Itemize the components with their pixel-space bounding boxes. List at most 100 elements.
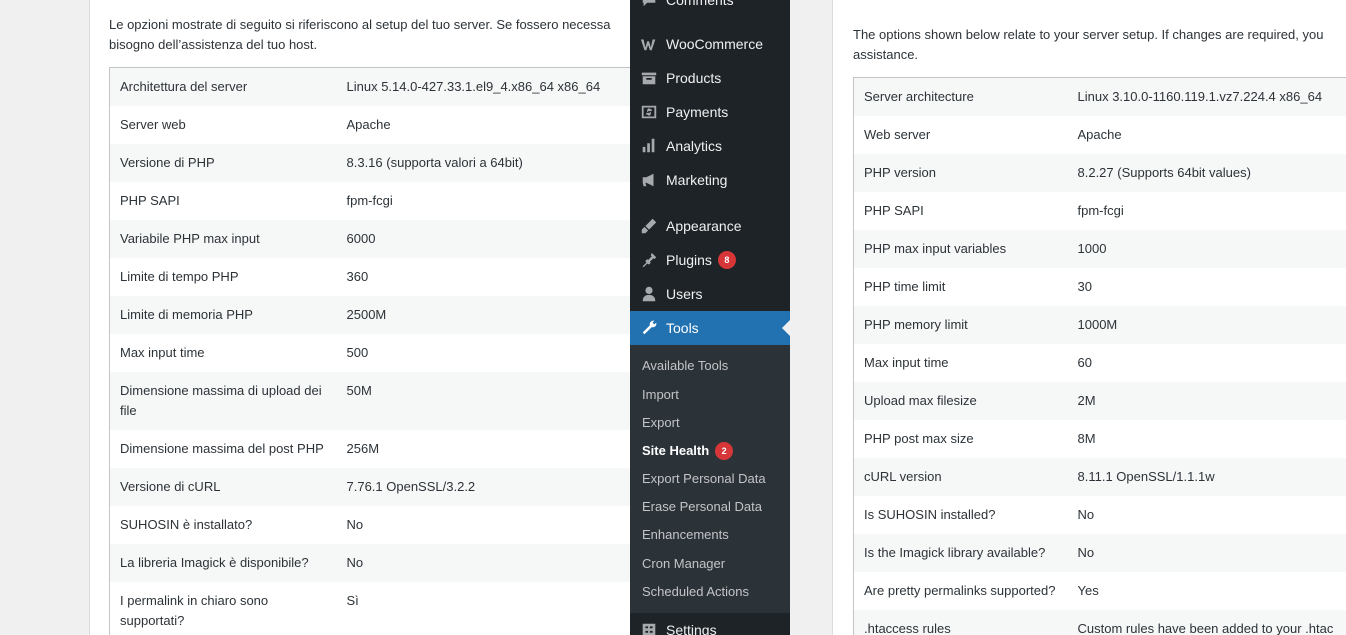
submenu-item-erase-personal-data[interactable]: Erase Personal Data bbox=[642, 497, 762, 517]
row-value: 500 bbox=[336, 334, 630, 372]
table-row: I permalink in chiaro sono supportati? Sì bbox=[109, 582, 630, 635]
row-value: 2M bbox=[1067, 382, 1346, 420]
submenu-item-site-health[interactable]: Site Health 2 bbox=[642, 441, 734, 461]
row-label: cURL version bbox=[853, 458, 1068, 496]
menu-item-label: Comments bbox=[666, 0, 734, 8]
payments-icon bbox=[639, 102, 659, 122]
table-row: PHP post max size 8M bbox=[853, 420, 1346, 458]
row-label: PHP SAPI bbox=[853, 192, 1068, 230]
table-row: Is the Imagick library available? No bbox=[853, 534, 1346, 572]
menu-item-comments[interactable]: Comments bbox=[630, 0, 790, 17]
row-value: No bbox=[336, 506, 630, 544]
row-label: Max input time bbox=[109, 334, 337, 372]
row-label: Is the Imagick library available? bbox=[853, 534, 1068, 572]
row-value: 2500M bbox=[336, 296, 630, 334]
menu-item-products[interactable]: Products bbox=[630, 61, 790, 95]
table-row: Max input time 500 bbox=[109, 334, 630, 372]
row-label: Variabile PHP max input bbox=[109, 220, 337, 258]
row-label: PHP memory limit bbox=[853, 306, 1068, 344]
submenu-item-available-tools[interactable]: Available Tools bbox=[642, 356, 728, 376]
table-row: Server architecture Linux 3.10.0-1160.119… bbox=[853, 77, 1346, 116]
table-row: PHP max input variables 1000 bbox=[853, 230, 1346, 268]
row-value: Apache bbox=[1067, 116, 1346, 154]
submenu-item-label: Scheduled Actions bbox=[642, 584, 749, 599]
intro-line: The options shown below relate to your s… bbox=[853, 27, 1324, 42]
plugins-update-count-badge: 8 bbox=[717, 251, 736, 269]
table-row: PHP SAPI fpm-fcgi bbox=[853, 192, 1346, 230]
row-value: 8.11.1 OpenSSL/1.1.1w bbox=[1067, 458, 1346, 496]
row-label: Are pretty permalinks supported? bbox=[853, 572, 1068, 610]
row-label: La libreria Imagick è disponibile? bbox=[109, 544, 337, 582]
menu-item-tools[interactable]: Tools bbox=[630, 311, 790, 345]
table-row: Limite di tempo PHP 360 bbox=[109, 258, 630, 296]
menu-item-marketing[interactable]: Marketing bbox=[630, 163, 790, 197]
table-row: Versione di PHP 8.3.16 (supporta valori a… bbox=[109, 144, 630, 182]
intro-line: Le opzioni mostrate di seguito si riferi… bbox=[109, 17, 611, 32]
products-icon bbox=[639, 68, 659, 88]
row-label: Limite di memoria PHP bbox=[109, 296, 337, 334]
site-health-info-panel-english: The options shown below relate to your s… bbox=[832, 0, 1346, 635]
submenu-item-cron-manager[interactable]: Cron Manager bbox=[642, 554, 725, 574]
menu-item-woocommerce[interactable]: WooCommerce bbox=[630, 27, 790, 61]
row-value: 60 bbox=[1067, 344, 1346, 382]
table-row: Variabile PHP max input 6000 bbox=[109, 220, 630, 258]
submenu-item-export[interactable]: Export bbox=[642, 413, 680, 433]
row-label: .htaccess rules bbox=[853, 610, 1068, 635]
table-row: SUHOSIN è installato? No bbox=[109, 506, 630, 544]
row-value: 8.2.27 (Supports 64bit values) bbox=[1067, 154, 1346, 192]
submenu-item-export-personal-data[interactable]: Export Personal Data bbox=[642, 469, 766, 489]
row-value: 360 bbox=[336, 258, 630, 296]
menu-item-users[interactable]: Users bbox=[630, 277, 790, 311]
row-value: 256M bbox=[336, 430, 630, 468]
submenu-item-scheduled-actions[interactable]: Scheduled Actions bbox=[642, 582, 749, 602]
submenu-item-import[interactable]: Import bbox=[642, 385, 679, 405]
row-label: Architettura del server bbox=[109, 67, 337, 106]
row-value: No bbox=[1067, 534, 1346, 572]
row-value: 8M bbox=[1067, 420, 1346, 458]
row-value: fpm-fcgi bbox=[1067, 192, 1346, 230]
site-health-info-panel-italian: Le opzioni mostrate di seguito si riferi… bbox=[89, 0, 630, 635]
menu-item-appearance[interactable]: Appearance bbox=[630, 209, 790, 243]
tools-submenu: Available Tools Import Export Site Healt… bbox=[630, 345, 790, 613]
server-info-table: Server architecture Linux 3.10.0-1160.119… bbox=[853, 77, 1346, 635]
menu-item-payments[interactable]: Payments bbox=[630, 95, 790, 129]
row-label: Max input time bbox=[853, 344, 1068, 382]
table-row: PHP time limit 30 bbox=[853, 268, 1346, 306]
row-value: No bbox=[1067, 496, 1346, 534]
table-row: PHP memory limit 1000M bbox=[853, 306, 1346, 344]
submenu-item-label: Site Health bbox=[642, 443, 710, 458]
table-row: Max input time 60 bbox=[853, 344, 1346, 382]
marketing-icon bbox=[639, 170, 659, 190]
menu-item-label: Analytics bbox=[666, 138, 723, 154]
row-value: 30 bbox=[1067, 268, 1346, 306]
row-value: Linux 5.14.0-427.33.1.el9_4.x86_64 x86_6… bbox=[336, 67, 630, 106]
row-value: No bbox=[336, 544, 630, 582]
site-health-issue-count-badge: 2 bbox=[715, 442, 734, 460]
submenu-item-label: Import bbox=[642, 387, 679, 402]
server-intro-text: Le opzioni mostrate di seguito si riferi… bbox=[109, 15, 630, 55]
row-value: 8.3.16 (supporta valori a 64bit) bbox=[336, 144, 630, 182]
row-label: Versione di cURL bbox=[109, 468, 337, 506]
row-value: fpm-fcgi bbox=[336, 182, 630, 220]
submenu-item-label: Enhancements bbox=[642, 527, 729, 542]
row-label: SUHOSIN è installato? bbox=[109, 506, 337, 544]
menu-item-label: Users bbox=[666, 286, 703, 302]
row-value: Custom rules have been added to your .ht… bbox=[1067, 610, 1346, 635]
table-row: .htaccess rules Custom rules have been ad… bbox=[853, 610, 1346, 635]
menu-item-label: Appearance bbox=[666, 218, 742, 234]
row-value: Apache bbox=[336, 106, 630, 144]
row-label: Versione di PHP bbox=[109, 144, 337, 182]
menu-item-plugins[interactable]: Plugins 8 bbox=[630, 243, 790, 277]
table-row: cURL version 8.11.1 OpenSSL/1.1.1w bbox=[853, 458, 1346, 496]
row-label: Web server bbox=[853, 116, 1068, 154]
submenu-item-enhancements[interactable]: Enhancements bbox=[642, 525, 729, 545]
table-row: Versione di cURL 7.76.1 OpenSSL/3.2.2 bbox=[109, 468, 630, 506]
row-label: Upload max filesize bbox=[853, 382, 1068, 420]
table-row: Are pretty permalinks supported? Yes bbox=[853, 572, 1346, 610]
menu-item-settings[interactable]: Settings bbox=[630, 613, 790, 635]
menu-item-analytics[interactable]: Analytics bbox=[630, 129, 790, 163]
table-row: Dimensione massima del post PHP 256M bbox=[109, 430, 630, 468]
table-row: Is SUHOSIN installed? No bbox=[853, 496, 1346, 534]
row-label: I permalink in chiaro sono supportati? bbox=[109, 582, 337, 635]
row-label: PHP SAPI bbox=[109, 182, 337, 220]
